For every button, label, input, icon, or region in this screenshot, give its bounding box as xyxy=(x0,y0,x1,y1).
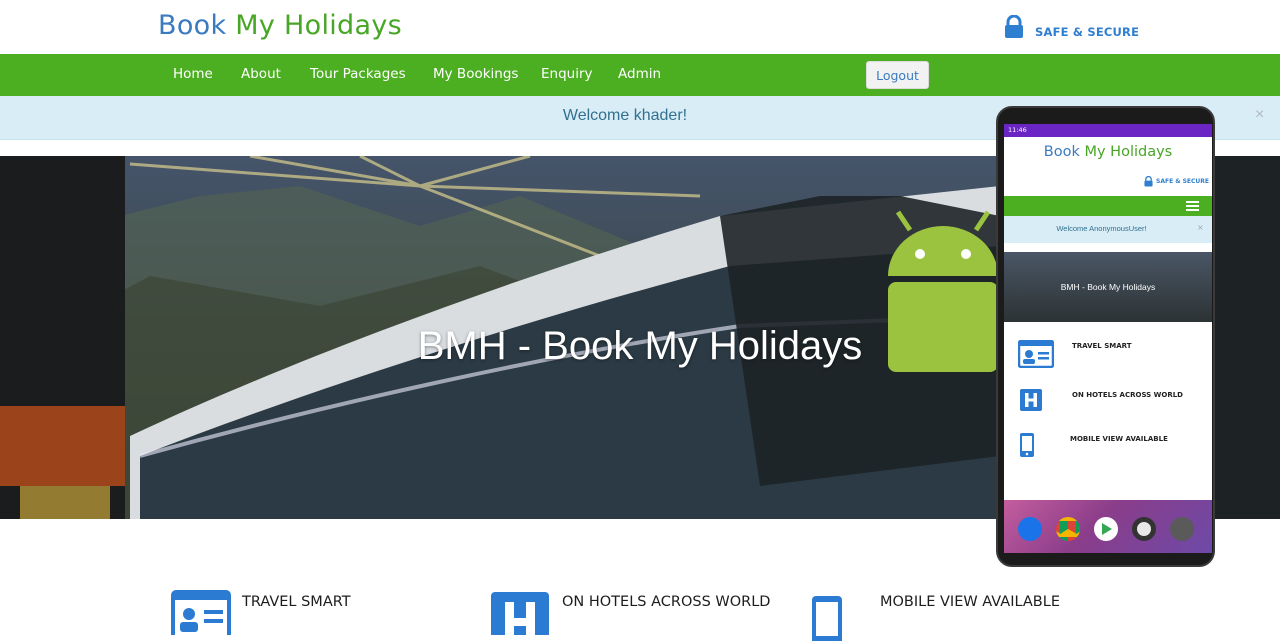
alert-close-icon[interactable]: × xyxy=(1255,106,1264,124)
phone-lock-icon xyxy=(1144,176,1153,187)
settings-gear-icon xyxy=(1170,517,1194,541)
hamburger-menu-icon xyxy=(1186,201,1199,211)
feature-hotels-across-world: ON HOTELS ACROSS WORLD xyxy=(491,590,781,635)
lock-icon xyxy=(1004,14,1024,39)
play-store-icon xyxy=(1094,517,1118,541)
feature-label-mobile-view: MOBILE VIEW AVAILABLE xyxy=(880,594,1060,610)
chrome-icon xyxy=(1056,517,1080,541)
phone-welcome-alert: Welcome AnonymousUser! × xyxy=(1004,216,1212,243)
logo-text-book: Book xyxy=(158,10,236,41)
feature-mobile-view: MOBILE VIEW AVAILABLE xyxy=(812,590,1072,641)
phone-hero-banner: BMH - Book My Holidays xyxy=(1004,252,1212,322)
phone-hotel-icon xyxy=(1020,389,1042,411)
nav-enquiry[interactable]: Enquiry xyxy=(541,66,593,82)
phone-navbar xyxy=(1004,196,1212,216)
nav-my-bookings[interactable]: My Bookings xyxy=(433,66,518,82)
phone-welcome-message: Welcome AnonymousUser! xyxy=(1056,224,1147,233)
phone-feature-label: MOBILE VIEW AVAILABLE xyxy=(1070,435,1168,443)
mobile-icon xyxy=(812,596,842,641)
nav-home[interactable]: Home xyxy=(173,66,213,82)
phone-mockup: 11:46 Book My Holidays SAFE & SECURE Wel… xyxy=(996,106,1215,567)
nav-admin[interactable]: Admin xyxy=(618,66,661,82)
phone-app-dock xyxy=(1004,500,1212,553)
phone-mobile-icon xyxy=(1020,433,1034,457)
site-header: Book My Holidays SAFE & SECURE xyxy=(0,0,1280,54)
phone-status-time: 11:46 xyxy=(1008,126,1027,134)
nav-about[interactable]: About xyxy=(241,66,281,82)
phone-logo-text-my-holidays: My Holidays xyxy=(1084,144,1173,160)
site-logo[interactable]: Book My Holidays xyxy=(158,10,402,41)
hotel-icon xyxy=(491,592,549,635)
phone-site-logo: Book My Holidays xyxy=(1004,144,1212,160)
phone-feature-label: TRAVEL SMART xyxy=(1072,342,1132,350)
safe-secure-label: SAFE & SECURE xyxy=(1035,25,1140,39)
main-navbar: Home About Tour Packages My Bookings Enq… xyxy=(0,54,1280,96)
id-card-icon xyxy=(171,590,231,635)
phone-feature-mobile: MOBILE VIEW AVAILABLE xyxy=(1020,433,1168,457)
phone-feature-travel-smart: TRAVEL SMART xyxy=(1018,340,1131,368)
logo-text-my-holidays: My Holidays xyxy=(235,10,402,41)
camera-icon xyxy=(1132,517,1156,541)
phone-id-card-icon xyxy=(1018,340,1054,368)
nav-tour-packages[interactable]: Tour Packages xyxy=(310,66,406,82)
phone-hero-title: BMH - Book My Holidays xyxy=(1060,282,1156,292)
phone-safe-secure-badge: SAFE & SECURE xyxy=(1144,176,1209,187)
feature-label-hotels: ON HOTELS ACROSS WORLD xyxy=(562,594,771,610)
phone-feature-label: ON HOTELS ACROSS WORLD xyxy=(1072,391,1183,399)
phone-safe-secure-label: SAFE & SECURE xyxy=(1156,178,1209,185)
phone-call-icon xyxy=(1018,517,1042,541)
phone-feature-hotels: ON HOTELS ACROSS WORLD xyxy=(1020,389,1183,411)
phone-alert-close-icon: × xyxy=(1197,223,1204,232)
feature-label-travel-smart: TRAVEL SMART xyxy=(242,594,351,610)
safe-secure-badge: SAFE & SECURE xyxy=(1004,14,1140,39)
phone-status-bar: 11:46 xyxy=(1004,124,1212,137)
feature-travel-smart: TRAVEL SMART xyxy=(171,590,431,635)
phone-logo-text-book: Book xyxy=(1043,144,1085,160)
phone-screen: 11:46 Book My Holidays SAFE & SECURE Wel… xyxy=(1004,124,1212,553)
logout-button[interactable]: Logout xyxy=(866,61,929,89)
